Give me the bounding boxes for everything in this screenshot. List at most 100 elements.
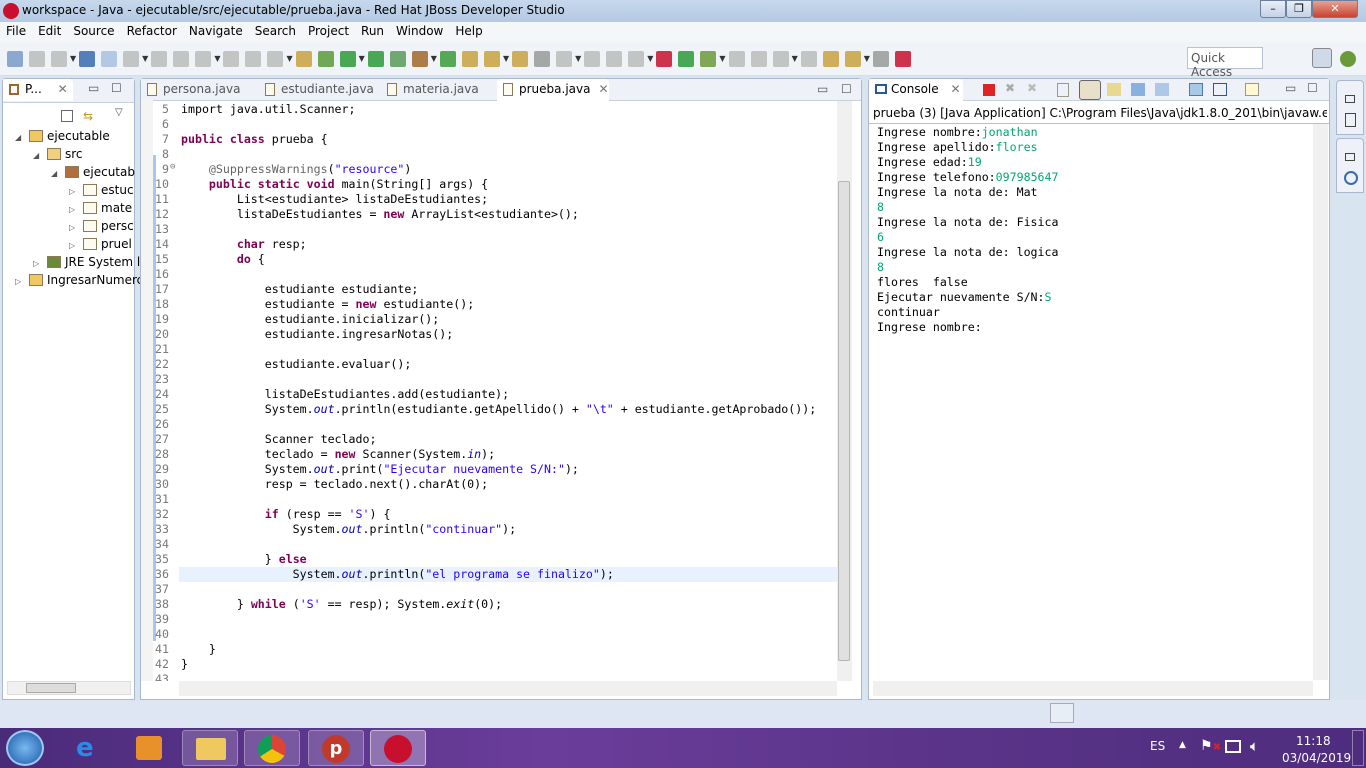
network-icon[interactable]	[1225, 740, 1241, 753]
toolbar-button-icon[interactable]	[728, 51, 745, 67]
maximize-view-button[interactable]: ☐	[1307, 81, 1318, 95]
menu-help[interactable]: Help	[449, 22, 488, 40]
vertical-scrollbar[interactable]	[1313, 124, 1328, 680]
menu-search[interactable]: Search	[249, 22, 302, 40]
taskbar-chrome[interactable]	[244, 730, 300, 766]
open-console-icon[interactable]	[1245, 83, 1259, 96]
menu-window[interactable]: Window	[390, 22, 449, 40]
toolbar-button-icon[interactable]	[267, 51, 284, 67]
toolbar-button-icon[interactable]	[461, 51, 478, 67]
collapse-all-icon[interactable]	[61, 110, 73, 122]
toolbar-dropdown-icon[interactable]: ▼	[214, 54, 220, 63]
progress-view-icon[interactable]	[1050, 703, 1074, 723]
clock-date[interactable]: 03/04/2019	[1282, 751, 1351, 765]
toolbar-dropdown-icon[interactable]: ▼	[575, 54, 581, 63]
tree-item-src[interactable]: ◢ src	[33, 147, 83, 161]
menu-navigate[interactable]: Navigate	[183, 22, 249, 40]
tab-estudiante-java[interactable]: estudiante.java	[259, 79, 375, 101]
toolbar-button-icon[interactable]	[223, 51, 240, 67]
close-tab-icon[interactable]: ✕	[58, 82, 68, 96]
close-button[interactable]: ✕	[1312, 0, 1358, 18]
clear-console-icon[interactable]	[1057, 83, 1069, 97]
toolbar-button-icon[interactable]	[872, 51, 889, 67]
quick-access-input[interactable]: Quick Access	[1187, 47, 1263, 79]
minimize-editor-button[interactable]: ▭	[817, 82, 828, 96]
toolbar-dropdown-icon[interactable]: ▼	[864, 54, 870, 63]
taskbar-app-p[interactable]: p	[308, 730, 364, 766]
expand-toggle-icon[interactable]: ▷	[69, 241, 83, 250]
toolbar-button-icon[interactable]	[295, 51, 312, 67]
terminate-button[interactable]	[983, 84, 995, 96]
toolbar-button-icon[interactable]	[512, 51, 529, 67]
tab-prueba-java[interactable]: prueba.java ✕	[497, 79, 609, 101]
maximize-editor-button[interactable]: ☐	[841, 82, 852, 96]
toolbar-button-icon[interactable]	[7, 51, 23, 67]
remove-all-launches-icon[interactable]: ✖	[1027, 81, 1037, 95]
toolbar-dropdown-icon[interactable]: ▼	[719, 54, 725, 63]
toolbar-dropdown-icon[interactable]: ▼	[142, 54, 148, 63]
toolbar-button-icon[interactable]	[750, 51, 767, 67]
javadoc-icon[interactable]	[1344, 171, 1358, 185]
maximize-button[interactable]: ❐	[1286, 0, 1312, 18]
menu-file[interactable]: File	[0, 22, 32, 40]
toolbar-button-icon[interactable]	[101, 51, 118, 67]
toolbar-button-icon[interactable]	[556, 51, 573, 67]
expand-toggle-icon[interactable]: ▷	[69, 187, 83, 196]
expand-toggle-icon[interactable]: ◢	[15, 133, 29, 142]
toolbar-dropdown-icon[interactable]: ▼	[792, 54, 798, 63]
tree-item-ejecutable[interactable]: ◢ ejecutable	[15, 129, 110, 143]
menu-project[interactable]: Project	[302, 22, 355, 40]
toolbar-button-icon[interactable]	[822, 51, 839, 67]
toolbar-dropdown-icon[interactable]: ▼	[70, 54, 76, 63]
tree-item-ingresarnumerc[interactable]: ▷ IngresarNumerc	[15, 273, 143, 287]
console-output[interactable]: Ingrese nombre:jonathan Ingrese apellido:…	[869, 123, 1313, 679]
minimize-view-button[interactable]: ▭	[88, 81, 99, 95]
language-indicator[interactable]: ES	[1150, 739, 1165, 753]
view-menu-icon[interactable]: ▽	[115, 107, 123, 118]
restore-icon[interactable]	[1345, 153, 1355, 161]
horizontal-scrollbar[interactable]	[873, 681, 1313, 696]
action-center-icon[interactable]: ⚑✖	[1200, 738, 1221, 754]
toolbar-button-icon[interactable]	[678, 51, 695, 67]
toolbar-button-icon[interactable]	[439, 51, 456, 67]
toolbar-dropdown-icon[interactable]: ▼	[503, 54, 509, 63]
minimize-view-button[interactable]: ▭	[1285, 81, 1296, 95]
show-desktop-button[interactable]	[1352, 730, 1364, 766]
toolbar-button-icon[interactable]	[411, 51, 428, 67]
expand-toggle-icon[interactable]: ▷	[15, 277, 29, 286]
debug-perspective-icon[interactable]	[1340, 51, 1356, 67]
tree-item-jre-system-l[interactable]: ▷ JRE System l	[33, 255, 140, 269]
tab-materia-java[interactable]: materia.java	[381, 79, 491, 101]
vertical-scrollbar[interactable]	[837, 101, 852, 681]
taskbar-explorer[interactable]	[182, 730, 238, 766]
pin-console-icon[interactable]	[1155, 83, 1169, 96]
clock-time[interactable]: 11:18	[1296, 734, 1331, 748]
tab-package-explorer[interactable]: P... ✕	[3, 79, 73, 101]
toolbar-button-icon[interactable]	[151, 51, 168, 67]
menu-run[interactable]: Run	[355, 22, 390, 40]
toolbar-button-icon[interactable]	[389, 51, 406, 67]
toolbar-dropdown-icon[interactable]: ▼	[647, 54, 653, 63]
toolbar-button-icon[interactable]	[606, 51, 623, 67]
expand-toggle-icon[interactable]: ◢	[33, 151, 47, 160]
link-with-editor-icon[interactable]: ⇆	[83, 109, 93, 123]
toolbar-button-icon[interactable]	[894, 51, 911, 67]
toolbar-button-icon[interactable]	[245, 51, 262, 67]
code-area[interactable]: 5 import java.util.Scanner; 6 7 public class…	[141, 99, 837, 681]
toolbar-button-icon[interactable]	[367, 51, 384, 67]
fold-toggle-icon[interactable]: ⊖	[170, 162, 175, 172]
toolbar-button-icon[interactable]	[800, 51, 817, 67]
minimize-button[interactable]: –	[1260, 0, 1286, 18]
toolbar-button-icon[interactable]	[51, 51, 67, 67]
show-hidden-icons[interactable]: ▲	[1179, 740, 1186, 750]
scroll-lock-button[interactable]	[1079, 80, 1101, 100]
tab-persona-java[interactable]: persona.java	[141, 79, 253, 101]
expand-toggle-icon[interactable]: ▷	[33, 259, 47, 268]
tree-item-persc[interactable]: ▷ persc	[69, 219, 134, 233]
tree-item-ejecutab[interactable]: ◢ ejecutab	[51, 165, 135, 179]
taskbar-internet-explorer[interactable]: e	[62, 730, 118, 766]
menu-edit[interactable]: Edit	[32, 22, 67, 40]
toolbar-dropdown-icon[interactable]: ▼	[431, 54, 437, 63]
tree-item-pruel[interactable]: ▷ pruel	[69, 237, 132, 251]
taskbar-jboss-studio[interactable]	[370, 730, 426, 766]
